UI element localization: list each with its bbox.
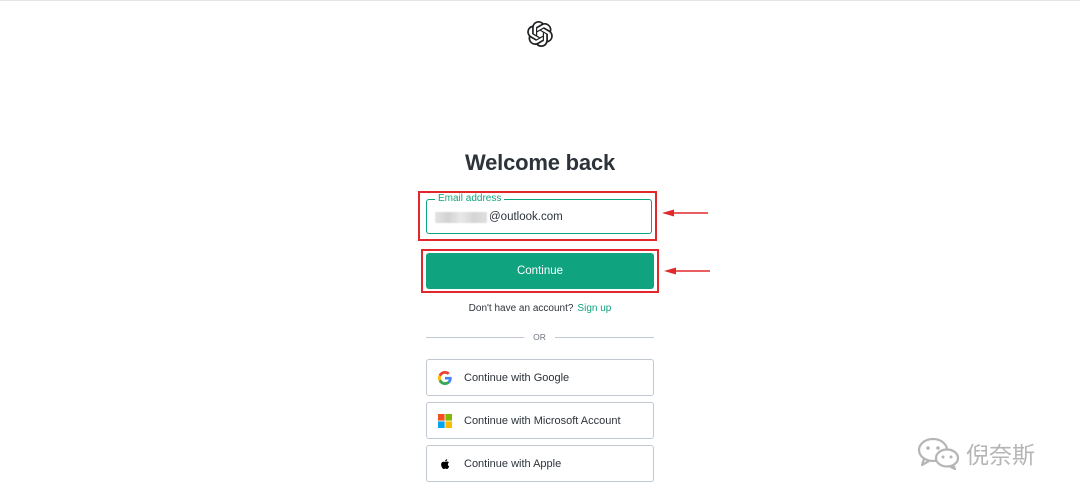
openai-logo-icon <box>527 21 553 47</box>
signup-link[interactable]: Sign up <box>577 303 611 314</box>
annotation-arrow-icon <box>664 267 710 275</box>
apple-icon <box>438 457 452 471</box>
annotation-box-email <box>418 191 657 241</box>
divider-line <box>555 337 654 338</box>
google-button-label: Continue with Google <box>464 371 570 384</box>
continue-with-google-button[interactable]: Continue with Google <box>426 359 654 396</box>
watermark: 倪奈斯 <box>916 436 1035 470</box>
signup-row: Don't have an account? Sign up <box>0 303 1080 314</box>
microsoft-icon <box>438 413 452 428</box>
watermark-text: 倪奈斯 <box>966 443 1035 469</box>
divider-or: OR <box>533 332 546 342</box>
continue-with-apple-button[interactable]: Continue with Apple <box>426 445 654 482</box>
divider-line <box>426 337 524 338</box>
apple-button-label: Continue with Apple <box>464 457 562 470</box>
microsoft-button-label: Continue with Microsoft Account <box>464 414 621 427</box>
annotation-box-continue <box>421 249 659 293</box>
annotation-arrow-icon <box>662 209 708 217</box>
login-page: Welcome back Email address @outlook.com … <box>0 0 1080 501</box>
signup-prompt: Don't have an account? <box>468 303 574 314</box>
page-title: Welcome back <box>464 150 616 175</box>
wechat-icon <box>917 437 960 470</box>
continue-with-microsoft-button[interactable]: Continue with Microsoft Account <box>426 402 654 439</box>
google-icon <box>438 370 452 385</box>
top-border <box>0 0 1080 1</box>
